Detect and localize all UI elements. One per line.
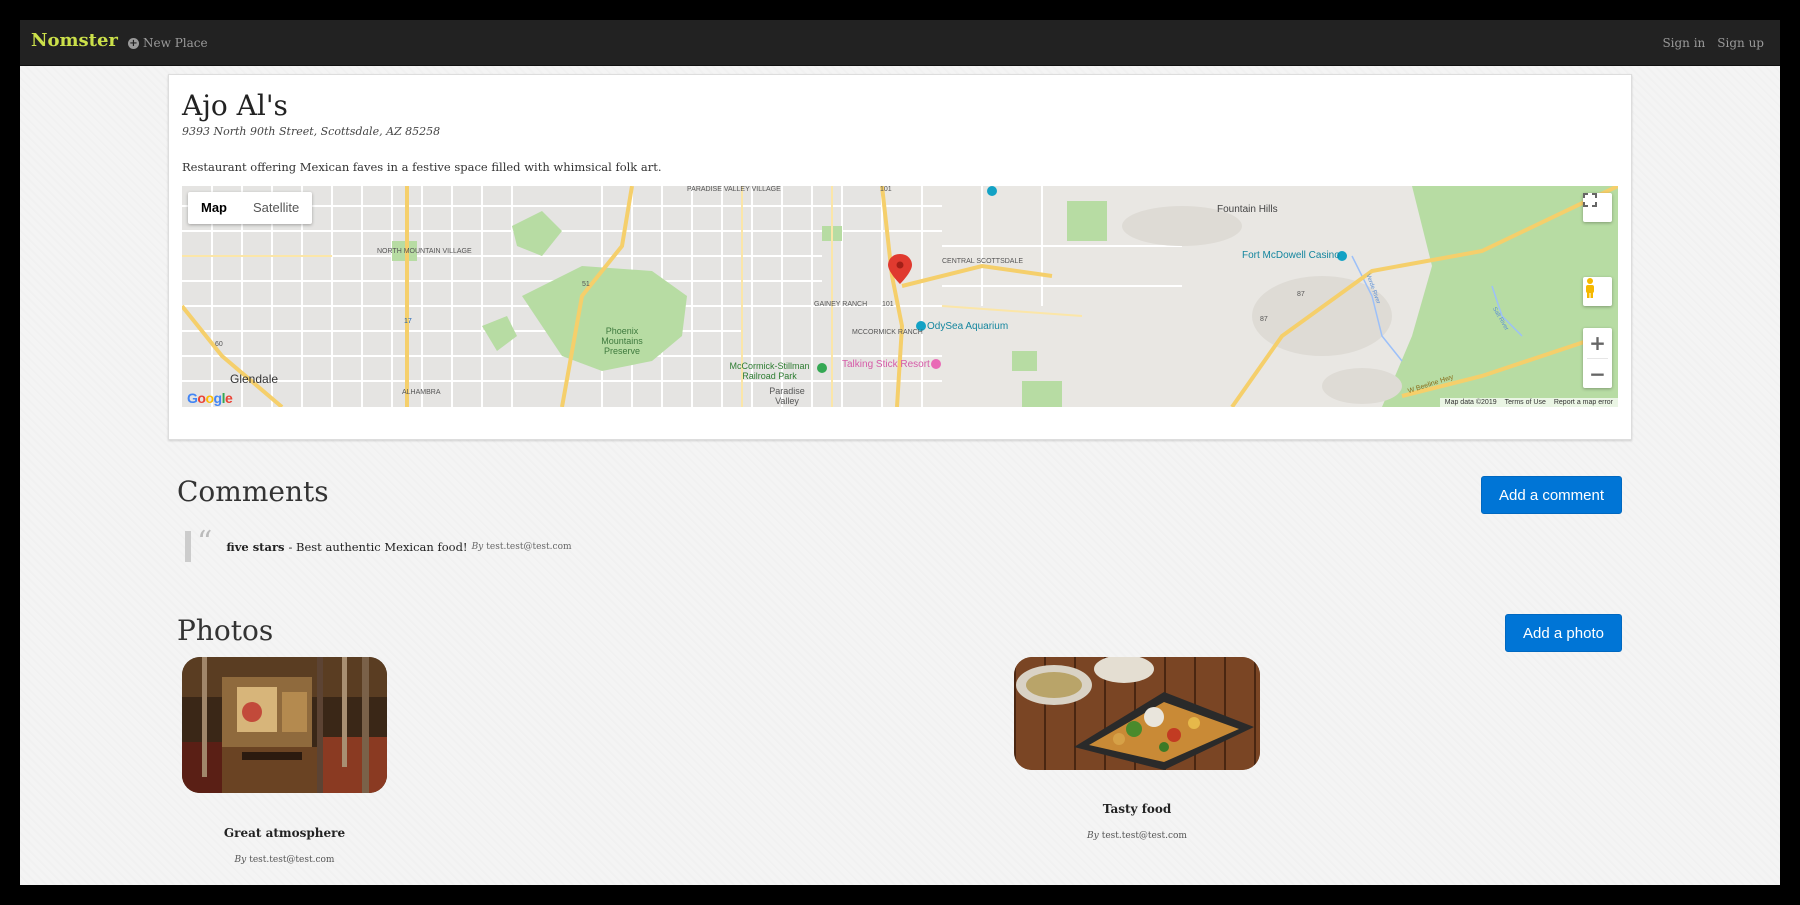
photo-author-email: test.test@test.com xyxy=(1101,831,1187,841)
photo-nachos[interactable] xyxy=(1014,657,1260,770)
place-card: Ajo Al's 9393 North 90th Street, Scottsd… xyxy=(168,74,1632,440)
street-view-button[interactable] xyxy=(1583,277,1612,306)
zoom-in-button[interactable]: + xyxy=(1583,328,1612,358)
comment-item: “ five stars - Best authentic Mexican fo… xyxy=(185,525,572,562)
photos-heading: Photos xyxy=(177,614,274,647)
map-label: Glendale xyxy=(230,372,279,386)
map-label: Phoenix Mountains Preserve xyxy=(601,326,643,356)
zoom-out-button[interactable]: − xyxy=(1583,359,1612,389)
map-type-map-button[interactable]: Map xyxy=(188,192,240,224)
photo-by-label: By xyxy=(1087,831,1099,841)
plus-circle-icon: + xyxy=(128,37,139,49)
place-address: 9393 North 90th Street, Scottsdale, AZ 8… xyxy=(182,125,441,138)
map-label: 17 xyxy=(404,318,412,325)
photo-image xyxy=(1014,657,1260,770)
quote-icon: “ xyxy=(197,525,213,560)
photo-caption: Great atmosphere xyxy=(223,826,346,840)
auth-links: Sign in Sign up xyxy=(1662,36,1764,50)
google-logo[interactable]: Google xyxy=(187,390,233,406)
photo-by-label: By xyxy=(234,855,247,865)
new-place-link[interactable]: + New Place xyxy=(128,36,208,50)
map-label: 51 xyxy=(582,281,590,288)
map-label: 101 xyxy=(882,301,894,308)
map-label: 87 xyxy=(1297,291,1305,298)
place-description: Restaurant offering Mexican faves in a f… xyxy=(182,160,662,174)
terms-of-use-link[interactable]: Terms of Use xyxy=(1505,399,1546,406)
map-label: 60 xyxy=(215,341,223,348)
place-title: Ajo Al's xyxy=(182,89,288,122)
map-label: Fountain Hills xyxy=(1217,204,1278,215)
app-frame: Nomster + New Place Sign in Sign up Ajo … xyxy=(20,20,1780,885)
map-label: ALHAMBRA xyxy=(402,389,441,396)
sign-in-link[interactable]: Sign in xyxy=(1662,36,1705,50)
map-label: McCormick-Stillman Railroad Park xyxy=(729,361,810,381)
photo-author: By test.test@test.com xyxy=(182,855,387,865)
pegman-icon xyxy=(1586,278,1594,298)
map-label: GAINEY RANCH xyxy=(814,301,868,308)
map-type-satellite-button[interactable]: Satellite xyxy=(240,192,312,224)
photo-caption: Tasty food xyxy=(1102,802,1172,816)
new-place-label: New Place xyxy=(143,36,208,50)
map-label: OdySea Aquarium xyxy=(927,321,1009,332)
map-label: CENTRAL SCOTTSDALE xyxy=(942,258,1024,265)
map-label: 101 xyxy=(880,186,892,193)
map-label: Fort McDowell Casino xyxy=(1242,250,1340,261)
map-footer: Map data ©2019 Terms of Use Report a map… xyxy=(1439,398,1618,407)
zoom-control: + − xyxy=(1583,328,1612,388)
comment-rating: five stars xyxy=(226,539,285,554)
add-photo-button[interactable]: Add a photo xyxy=(1505,614,1622,652)
google-map[interactable]: PARADISE VALLEY VILLAGE NORTH MOUNTAIN V… xyxy=(182,186,1618,407)
map-label: Talking Stick Resort xyxy=(842,359,930,370)
map-tiles xyxy=(182,186,1618,407)
sign-up-link[interactable]: Sign up xyxy=(1717,36,1764,50)
comment-author: By test.test@test.com xyxy=(472,542,572,552)
fullscreen-icon xyxy=(1583,193,1597,207)
map-label: Paradise Valley xyxy=(769,386,805,406)
map-type-control: Map Satellite xyxy=(188,192,313,224)
comments-heading: Comments xyxy=(177,475,329,508)
comment-text: - Best authentic Mexican food! xyxy=(288,539,468,554)
navbar: Nomster + New Place Sign in Sign up xyxy=(20,20,1780,66)
report-map-error-link[interactable]: Report a map error xyxy=(1554,399,1613,406)
map-label: 87 xyxy=(1260,316,1268,323)
photo-image xyxy=(182,657,387,793)
brand-logo[interactable]: Nomster xyxy=(31,30,118,51)
map-label: PARADISE VALLEY VILLAGE xyxy=(687,186,781,193)
photo-author-email: test.test@test.com xyxy=(249,855,335,865)
fullscreen-button[interactable] xyxy=(1583,193,1612,222)
map-label: NORTH MOUNTAIN VILLAGE xyxy=(377,248,472,255)
comment-by-label: By xyxy=(471,541,484,552)
comment-author-email: test.test@test.com xyxy=(486,541,572,552)
photo-author: By test.test@test.com xyxy=(1014,831,1260,841)
photo-restaurant-interior[interactable] xyxy=(182,657,387,793)
add-comment-button[interactable]: Add a comment xyxy=(1481,476,1622,514)
map-data-attribution: Map data ©2019 xyxy=(1444,399,1497,406)
map-label: MCCORMICK RANCH xyxy=(852,329,923,336)
